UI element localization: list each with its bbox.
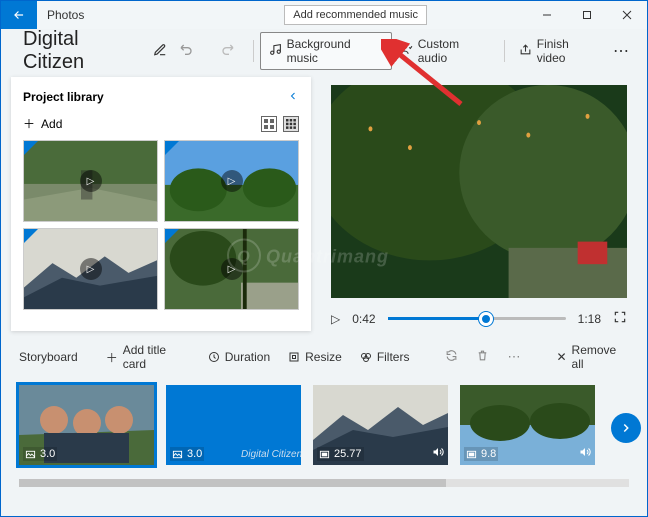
project-title: Digital Citizen xyxy=(23,28,143,74)
time-current: 0:42 xyxy=(352,312,375,326)
storyboard-toolbar: Storyboard ＋Add title card Duration Resi… xyxy=(1,331,647,377)
sound-icon xyxy=(579,446,591,461)
music-icon xyxy=(269,43,282,59)
library-thumb-1[interactable]: ▷ xyxy=(23,140,158,222)
tooltip: Add recommended music xyxy=(284,5,427,25)
play-icon: ▷ xyxy=(221,170,243,192)
horizontal-scrollbar[interactable] xyxy=(19,479,629,487)
filters-button[interactable]: Filters xyxy=(360,350,410,364)
storyboard-clip-3[interactable]: 25.77 xyxy=(313,385,448,465)
edit-title-button[interactable] xyxy=(153,43,167,60)
video-preview[interactable] xyxy=(331,85,627,298)
undo-button[interactable] xyxy=(179,41,195,61)
fullscreen-button[interactable] xyxy=(613,310,627,327)
back-button[interactable] xyxy=(1,1,37,29)
play-icon: ▷ xyxy=(80,258,102,280)
sound-icon xyxy=(432,446,444,461)
collapse-library-button[interactable] xyxy=(287,89,299,105)
storyboard-title: Storyboard xyxy=(19,350,78,364)
library-title: Project library xyxy=(23,90,104,104)
play-icon: ▷ xyxy=(80,170,102,192)
more-button[interactable]: ⋯ xyxy=(607,41,635,61)
play-button[interactable]: ▷ xyxy=(331,312,340,326)
grid-small-view-button[interactable] xyxy=(283,116,299,132)
maximize-button[interactable] xyxy=(567,1,607,29)
add-media-button[interactable]: ＋ Add xyxy=(23,115,62,132)
duration-button[interactable]: Duration xyxy=(208,350,270,364)
add-title-card-button[interactable]: ＋Add title card xyxy=(106,343,190,371)
scroll-right-button[interactable] xyxy=(611,413,641,443)
custom-audio-button[interactable]: Custom audio xyxy=(392,33,498,69)
storyboard-clip-1[interactable]: 3.0 xyxy=(19,385,154,465)
play-icon: ▷ xyxy=(221,258,243,280)
seek-slider[interactable] xyxy=(388,317,566,320)
time-total: 1:18 xyxy=(578,312,601,326)
resize-button[interactable]: Resize xyxy=(288,350,342,364)
close-button[interactable] xyxy=(607,1,647,29)
library-thumb-3[interactable]: ▷ xyxy=(23,228,158,310)
clip-more-button[interactable]: ⋯ xyxy=(507,349,520,365)
project-library-panel: Project library ＋ Add ▷ xyxy=(11,77,311,331)
redo-button[interactable] xyxy=(219,41,235,61)
export-icon xyxy=(519,43,532,59)
main-toolbar: Digital Citizen Background music Custom … xyxy=(1,29,647,73)
app-title: Photos xyxy=(37,1,94,29)
library-thumb-2[interactable]: ▷ xyxy=(164,140,299,222)
background-music-button[interactable]: Background music xyxy=(260,32,392,70)
storyboard-clip-2[interactable]: Digital Citizen 3.0 xyxy=(166,385,301,465)
remove-all-button[interactable]: ✕Remove all xyxy=(556,343,629,371)
title-card-caption: Digital Citizen xyxy=(241,449,301,460)
storyboard-strip: 3.0 Digital Citizen 3.0 25.77 9.8 xyxy=(1,377,647,479)
delete-button[interactable] xyxy=(476,349,489,365)
rotate-button[interactable] xyxy=(445,349,458,365)
library-thumb-4[interactable]: ▷ xyxy=(164,228,299,310)
storyboard-clip-4[interactable]: 9.8 xyxy=(460,385,595,465)
title-bar: Photos Add recommended music xyxy=(1,1,647,29)
finish-video-button[interactable]: Finish video xyxy=(511,33,607,69)
preview-panel: ▷ 0:42 1:18 xyxy=(311,73,647,331)
plus-icon: ＋ xyxy=(23,115,35,132)
grid-large-view-button[interactable] xyxy=(261,116,277,132)
minimize-button[interactable] xyxy=(527,1,567,29)
person-audio-icon xyxy=(400,43,413,59)
